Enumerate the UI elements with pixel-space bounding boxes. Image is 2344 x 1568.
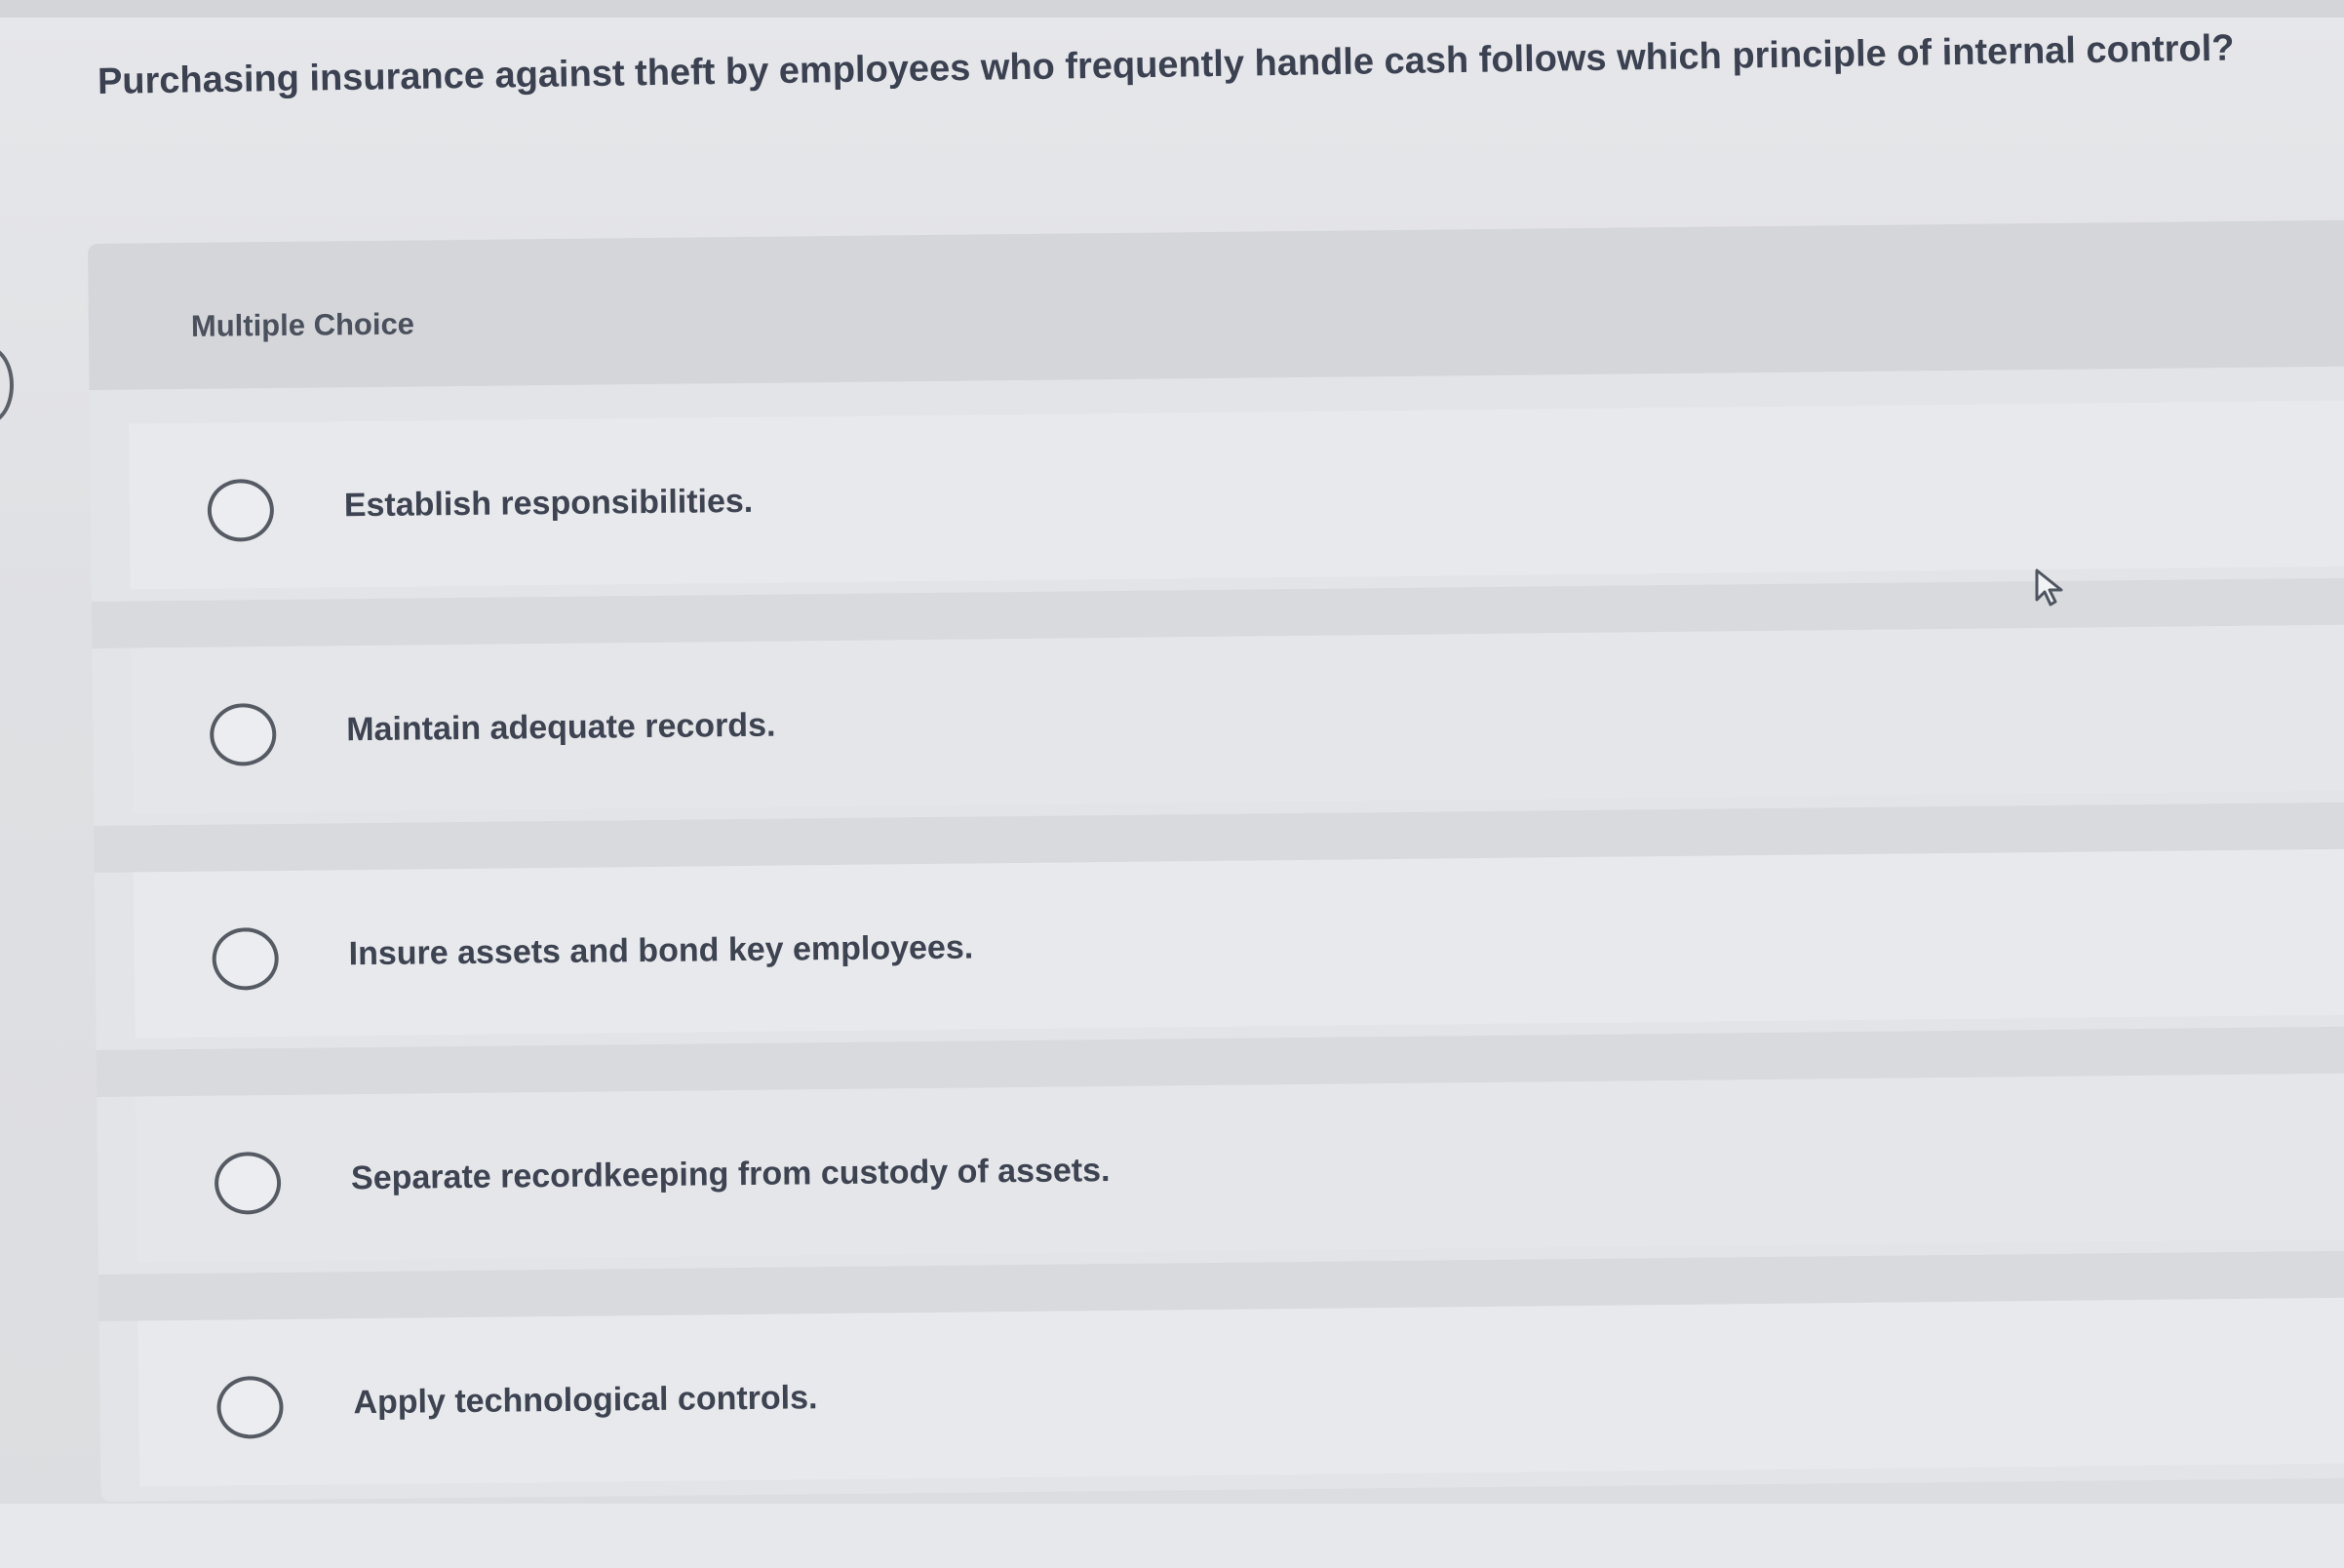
choice-label: Maintain adequate records.	[346, 706, 776, 749]
radio-unselected-icon[interactable]	[216, 1375, 284, 1439]
radio-unselected-icon[interactable]	[214, 1151, 282, 1215]
question-type-header: Multiple Choice	[88, 219, 2344, 390]
choice-label: Apply technological controls.	[353, 1379, 818, 1422]
multiple-choice-card: Multiple Choice Establish responsibiliti…	[88, 219, 2344, 1502]
page-bottom-band	[0, 1504, 2344, 1568]
choice-label: Establish responsibilities.	[343, 482, 754, 525]
quiz-page: Purchasing insurance against theft by em…	[0, 0, 2344, 1568]
choice-option-3[interactable]: Insure assets and bond key employees.	[133, 848, 2344, 1039]
choice-option-2[interactable]: Maintain adequate records.	[131, 624, 2344, 814]
radio-unselected-icon[interactable]	[207, 479, 275, 542]
radio-unselected-icon[interactable]	[209, 703, 277, 766]
left-edge-radio-fragment	[0, 346, 14, 424]
choice-option-5[interactable]: Apply technological controls.	[137, 1297, 2344, 1487]
choice-label: Insure assets and bond key employees.	[348, 928, 974, 973]
top-strip	[0, 0, 2344, 18]
question-type-label: Multiple Choice	[190, 306, 415, 343]
choice-option-4[interactable]: Separate recordkeeping from custody of a…	[136, 1073, 2344, 1263]
mouse-pointer-icon	[2035, 568, 2063, 607]
choice-label: Separate recordkeeping from custody of a…	[350, 1152, 1111, 1197]
question-text: Purchasing insurance against theft by em…	[97, 27, 2235, 102]
radio-unselected-icon[interactable]	[212, 926, 280, 991]
choice-option-1[interactable]: Establish responsibilities.	[128, 400, 2344, 590]
